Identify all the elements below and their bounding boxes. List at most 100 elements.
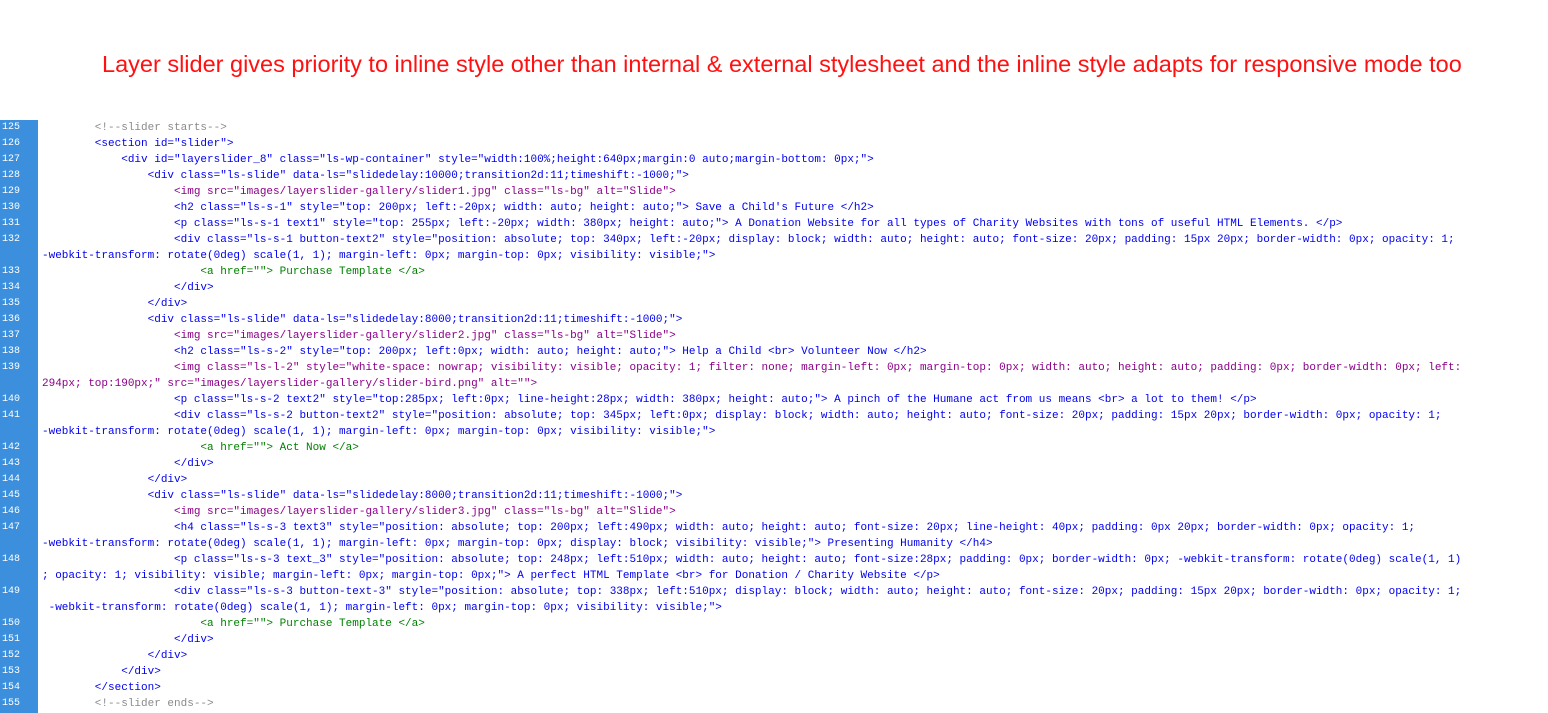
line-number: 133 [2, 266, 21, 277]
code-line: -webkit-transform: rotate(0deg) scale(1,… [0, 424, 1548, 440]
code-line: 151 </div> [0, 632, 1548, 648]
code-text: <img src="images/layerslider-gallery/sli… [42, 330, 676, 342]
code-line: 149 <div class="ls-s-3 button-text-3" st… [0, 584, 1548, 600]
code-line: 127 <div id="layerslider_8" class="ls-wp… [0, 152, 1548, 168]
code-line: 143 </div> [0, 456, 1548, 472]
code-line: -webkit-transform: rotate(0deg) scale(1,… [0, 248, 1548, 264]
code-line: 142 <a href=""> Act Now </a> [0, 440, 1548, 456]
code-text: </div> [42, 298, 188, 310]
code-text: <img class="ls-l-2" style="white-space: … [42, 362, 1462, 374]
code-text: <img src="images/layerslider-gallery/sli… [42, 186, 676, 198]
code-text: -webkit-transform: rotate(0deg) scale(1,… [42, 250, 716, 262]
code-text: <h2 class="ls-s-1" style="top: 200px; le… [42, 202, 874, 214]
line-number: 141 [2, 410, 21, 421]
line-number: 128 [2, 170, 21, 181]
code-text: </div> [42, 634, 214, 646]
code-text: <!--slider starts--> [42, 122, 227, 134]
line-number: 129 [2, 186, 21, 197]
line-number: 142 [2, 442, 21, 453]
code-editor[interactable]: 125 <!--slider starts--> 126 <section id=… [0, 120, 1548, 712]
annotation-heading: Layer slider gives priority to inline st… [102, 51, 1462, 77]
line-number: 130 [2, 202, 21, 213]
code-line: 147 <h4 class="ls-s-3 text3" style="posi… [0, 520, 1548, 536]
code-line: 125 <!--slider starts--> [0, 120, 1548, 136]
code-line: 132 <div class="ls-s-1 button-text2" sty… [0, 232, 1548, 248]
code-line: 139 <img class="ls-l-2" style="white-spa… [0, 360, 1548, 376]
code-line: 138 <h2 class="ls-s-2" style="top: 200px… [0, 344, 1548, 360]
code-text: <a href=""> Act Now </a> [42, 442, 359, 454]
code-text: </div> [42, 474, 188, 486]
line-number [0, 376, 38, 392]
code-text: <div class="ls-s-3 button-text-3" style=… [42, 586, 1462, 598]
line-number [0, 536, 38, 552]
code-text: <div class="ls-slide" data-ls="slidedela… [42, 314, 683, 326]
code-text: <section id="slider"> [42, 138, 234, 150]
line-number: 137 [2, 330, 21, 341]
code-text: <div class="ls-s-2 button-text2" style="… [42, 410, 1442, 422]
code-text: <p class="ls-s-3 text_3" style="position… [42, 554, 1462, 566]
code-text: <img src="images/layerslider-gallery/sli… [42, 506, 676, 518]
line-number [0, 248, 38, 264]
code-line: ; opacity: 1; visibility: visible; margi… [0, 568, 1548, 584]
code-text: <p class="ls-s-1 text1" style="top: 255p… [42, 218, 1343, 230]
code-text: </section> [42, 682, 161, 694]
line-number [0, 424, 38, 440]
line-number: 149 [2, 586, 21, 597]
code-line: -webkit-transform: rotate(0deg) scale(1,… [0, 600, 1548, 616]
code-line: 130 <h2 class="ls-s-1" style="top: 200px… [0, 200, 1548, 216]
code-text: <div class="ls-s-1 button-text2" style="… [42, 234, 1455, 246]
code-line: 140 <p class="ls-s-2 text2" style="top:2… [0, 392, 1548, 408]
line-number: 147 [2, 522, 21, 533]
line-number: 143 [2, 458, 21, 469]
code-text: <a href=""> Purchase Template </a> [42, 266, 425, 278]
line-number: 151 [2, 634, 21, 645]
code-line: 155 <!--slider ends--> [0, 696, 1548, 712]
code-line: 128 <div class="ls-slide" data-ls="slide… [0, 168, 1548, 184]
code-line: 134 </div> [0, 280, 1548, 296]
line-number: 140 [2, 394, 21, 405]
code-line: 145 <div class="ls-slide" data-ls="slide… [0, 488, 1548, 504]
code-text: ; opacity: 1; visibility: visible; margi… [42, 570, 940, 582]
line-number: 125 [2, 122, 21, 133]
line-number: 144 [2, 474, 21, 485]
code-text: <!--slider ends--> [42, 698, 214, 710]
code-line: 137 <img src="images/layerslider-gallery… [0, 328, 1548, 344]
code-line: 126 <section id="slider"> [0, 136, 1548, 152]
code-text: <h4 class="ls-s-3 text3" style="position… [42, 522, 1416, 534]
code-line: 133 <a href=""> Purchase Template </a> [0, 264, 1548, 280]
line-number: 127 [2, 154, 21, 165]
code-line: 153 </div> [0, 664, 1548, 680]
line-number: 135 [2, 298, 21, 309]
code-text: <div class="ls-slide" data-ls="slidedela… [42, 170, 689, 182]
line-number: 145 [2, 490, 21, 501]
code-line: -webkit-transform: rotate(0deg) scale(1,… [0, 536, 1548, 552]
code-line: 148 <p class="ls-s-3 text_3" style="posi… [0, 552, 1548, 568]
code-line: 141 <div class="ls-s-2 button-text2" sty… [0, 408, 1548, 424]
line-number: 150 [2, 618, 21, 629]
code-text: </div> [42, 650, 188, 662]
code-line: 294px; top:190px;" src="images/layerslid… [0, 376, 1548, 392]
line-number: 136 [2, 314, 21, 325]
line-number: 153 [2, 666, 21, 677]
line-number: 155 [2, 698, 21, 709]
code-line: 136 <div class="ls-slide" data-ls="slide… [0, 312, 1548, 328]
code-text: <h2 class="ls-s-2" style="top: 200px; le… [42, 346, 927, 358]
code-text: <div id="layerslider_8" class="ls-wp-con… [42, 154, 874, 166]
line-number: 138 [2, 346, 21, 357]
line-number: 154 [2, 682, 21, 693]
code-text: <div class="ls-slide" data-ls="slidedela… [42, 490, 683, 502]
line-number: 134 [2, 282, 21, 293]
code-text: </div> [42, 282, 214, 294]
code-text: -webkit-transform: rotate(0deg) scale(1,… [42, 538, 993, 550]
line-number [0, 568, 38, 584]
code-text: <a href=""> Purchase Template </a> [42, 618, 425, 630]
line-number: 131 [2, 218, 21, 229]
code-text: 294px; top:190px;" src="images/layerslid… [42, 378, 538, 390]
line-number: 148 [2, 554, 21, 565]
code-text: <p class="ls-s-2 text2" style="top:285px… [42, 394, 1257, 406]
code-text: -webkit-transform: rotate(0deg) scale(1,… [42, 426, 716, 438]
code-line: 150 <a href=""> Purchase Template </a> [0, 616, 1548, 632]
line-number: 152 [2, 650, 21, 661]
code-line: 154 </section> [0, 680, 1548, 696]
code-line: 129 <img src="images/layerslider-gallery… [0, 184, 1548, 200]
